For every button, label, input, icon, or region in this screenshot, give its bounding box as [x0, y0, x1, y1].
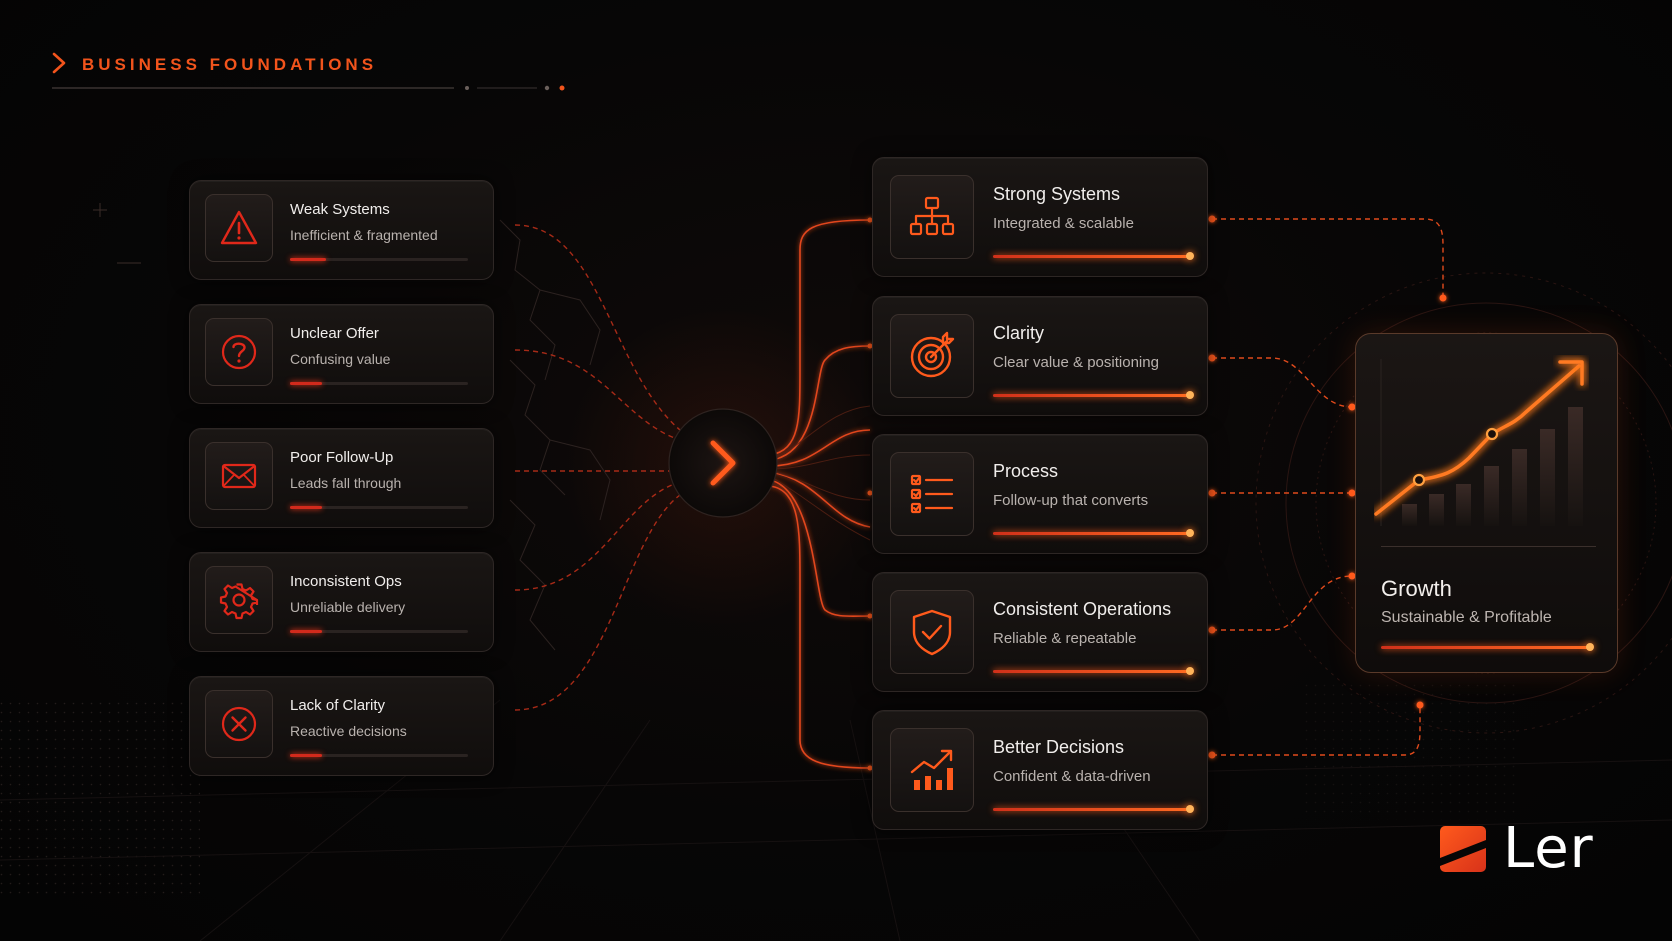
hierarchy-icon: [890, 175, 974, 259]
gear-icon: [205, 566, 273, 634]
problem-title: Unclear Offer: [290, 325, 379, 342]
progress-dot: [1186, 805, 1194, 813]
solution-subtitle: Clear value & positioning: [993, 354, 1159, 371]
growth-trend-icon: [1374, 359, 1584, 526]
page-title: BUSINESS FOUNDATIONS: [82, 55, 378, 74]
progress-dot: [1186, 391, 1194, 399]
growth-divider: [1381, 546, 1596, 547]
problem-title: Weak Systems: [290, 201, 390, 218]
progress-fill: [290, 630, 323, 633]
solution-subtitle: Confident & data-driven: [993, 768, 1151, 785]
problem-subtitle: Confusing value: [290, 351, 391, 367]
progress-dot: [1586, 643, 1594, 651]
progress-fill: [993, 667, 1194, 675]
solution-subtitle: Integrated & scalable: [993, 215, 1134, 232]
progress-fill: [290, 506, 323, 509]
problem-progress-bar: [290, 754, 468, 757]
problem-progress-bar: [290, 506, 468, 509]
solution-card-better-decisions: Better Decisions Confident & data-driven: [872, 710, 1208, 830]
problem-subtitle: Inefficient & fragmented: [290, 227, 438, 243]
progress-dot: [1186, 529, 1194, 537]
solution-title: Better Decisions: [993, 737, 1125, 757]
checklist-icon: [890, 452, 974, 536]
envelope-icon: [205, 442, 273, 510]
section-header: BUSINESS FOUNDATIONS: [50, 50, 570, 95]
growth-title: Growth: [1381, 576, 1452, 601]
problem-card-lack-of-clarity: Lack of Clarity Reactive decisions: [189, 676, 494, 776]
solution-progress-bar: [993, 529, 1194, 537]
growth-subtitle: Sustainable & Profitable: [1381, 609, 1552, 626]
solution-subtitle: Reliable & repeatable: [993, 630, 1137, 647]
progress-dot: [1186, 252, 1194, 260]
problem-progress-bar: [290, 258, 468, 261]
problem-progress-bar: [290, 382, 468, 385]
solution-title: Consistent Operations: [993, 599, 1172, 619]
solution-progress-bar: [993, 391, 1194, 399]
solution-card-consistent-operations: Consistent Operations Reliable & repeata…: [872, 572, 1208, 692]
progress-fill: [290, 754, 323, 757]
progress-fill: [290, 258, 326, 261]
close-circle-icon: [205, 690, 273, 758]
problem-card-inconsistent-ops: Inconsistent Ops Unreliable delivery: [189, 552, 494, 652]
shield-check-icon: [890, 590, 974, 674]
problem-title: Inconsistent Ops: [290, 573, 402, 590]
solution-progress-bar: [993, 805, 1194, 813]
problem-subtitle: Unreliable delivery: [290, 599, 406, 615]
solution-progress-bar: [993, 667, 1194, 675]
header-divider: [52, 85, 565, 91]
solution-title: Strong Systems: [993, 184, 1121, 204]
progress-fill: [993, 529, 1194, 537]
problem-card-unclear-offer: Unclear Offer Confusing value: [189, 304, 494, 404]
solution-card-strong-systems: Strong Systems Integrated & scalable: [872, 157, 1208, 277]
progress-fill: [993, 391, 1194, 399]
solution-title: Process: [993, 461, 1059, 481]
problem-title: Lack of Clarity: [290, 697, 386, 714]
solution-progress-bar: [993, 252, 1194, 260]
solution-card-process: Process Follow-up that converts: [872, 434, 1208, 554]
growth-chart-icon: [890, 728, 974, 812]
question-icon: [205, 318, 273, 386]
brand-logo: Ler: [1440, 816, 1620, 881]
problem-subtitle: Reactive decisions: [290, 723, 407, 739]
transform-hub-icon: [668, 408, 778, 518]
growth-card: Growth Sustainable & Profitable: [1355, 333, 1618, 673]
problem-card-poor-follow-up: Poor Follow-Up Leads fall through: [189, 428, 494, 528]
problem-card-weak-systems: Weak Systems Inefficient & fragmented: [189, 180, 494, 280]
solution-title: Clarity: [993, 323, 1045, 343]
chevron-right-icon: [52, 52, 66, 74]
solution-subtitle: Follow-up that converts: [993, 492, 1149, 509]
target-icon: [890, 314, 974, 398]
progress-fill: [993, 252, 1194, 260]
solution-card-clarity: Clarity Clear value & positioning: [872, 296, 1208, 416]
growth-progress-bar: [1381, 643, 1594, 651]
logo-text: Ler: [1503, 816, 1594, 881]
problem-subtitle: Leads fall through: [290, 475, 402, 491]
warning-icon: [205, 194, 273, 262]
problem-progress-bar: [290, 630, 468, 633]
problem-title: Poor Follow-Up: [290, 449, 394, 466]
progress-fill: [993, 805, 1194, 813]
progress-dot: [1186, 667, 1194, 675]
progress-fill: [290, 382, 323, 385]
ler-logo-mark: [1440, 826, 1486, 872]
